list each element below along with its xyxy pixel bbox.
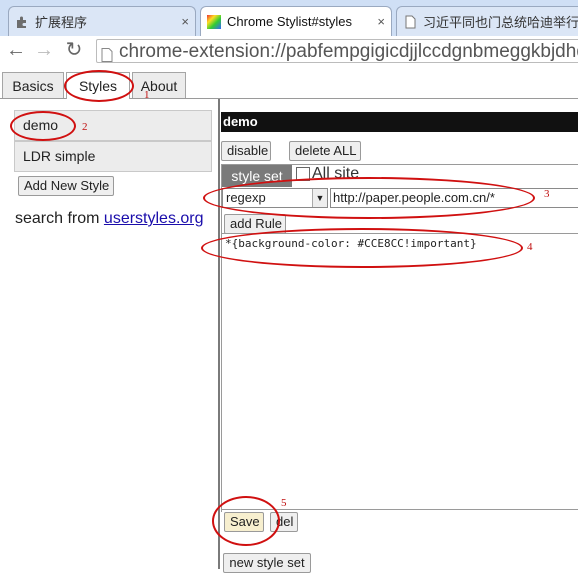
address-bar[interactable]: chrome-extension://pabfempgigicdjjlccdgn… xyxy=(96,39,578,63)
annotation-number: 2 xyxy=(82,121,88,133)
forward-arrow-icon[interactable]: → xyxy=(32,38,56,62)
annotation-number: 4 xyxy=(527,241,533,253)
annotation-number: 5 xyxy=(281,497,287,509)
puzzle-piece-icon xyxy=(15,15,29,29)
tab-title: Chrome Stylist#styles xyxy=(227,14,352,29)
annotation-ellipse xyxy=(64,70,134,102)
style-item-ldr-simple[interactable]: LDR simple xyxy=(14,141,212,172)
back-arrow-icon[interactable]: ← xyxy=(4,38,28,62)
annotation-ellipse xyxy=(10,111,76,141)
tab-about[interactable]: About xyxy=(132,72,186,98)
style-name-field[interactable]: demo xyxy=(221,112,578,132)
close-icon[interactable]: × xyxy=(181,14,189,29)
document-icon xyxy=(403,15,417,29)
tab-basics[interactable]: Basics xyxy=(2,72,64,98)
close-icon[interactable]: × xyxy=(377,14,385,29)
stylist-rainbow-icon xyxy=(207,14,221,29)
search-prefix: search from xyxy=(15,210,104,227)
annotation-number: 3 xyxy=(544,188,550,200)
css-editor[interactable]: *{background-color: #CCE8CC!important} xyxy=(221,233,578,503)
disable-button[interactable]: disable xyxy=(221,141,271,161)
annotation-ellipse xyxy=(201,228,523,268)
userstyles-link[interactable]: userstyles.org xyxy=(104,210,204,227)
browser-tab-stylist[interactable]: Chrome Stylist#styles × xyxy=(200,6,392,36)
browser-tab-extensions[interactable]: 扩展程序 × xyxy=(8,6,196,36)
browser-tab-news[interactable]: 习近平同也门总统哈迪举行 xyxy=(396,6,578,36)
reload-icon[interactable]: ↻ xyxy=(62,38,86,62)
annotation-ellipse xyxy=(212,496,280,546)
search-from-text: search from userstyles.org xyxy=(15,210,204,228)
new-style-set-button[interactable]: new style set xyxy=(223,553,311,573)
page-icon xyxy=(101,45,113,62)
tab-title: 扩展程序 xyxy=(35,15,88,30)
add-new-style-button[interactable]: Add New Style xyxy=(18,176,114,196)
address-url: chrome-extension://pabfempgigicdjjlccdgn… xyxy=(119,41,578,62)
annotation-ellipse xyxy=(203,177,535,219)
tab-title: 习近平同也门总统哈迪举行 xyxy=(423,15,578,30)
delete-all-button[interactable]: delete ALL xyxy=(289,141,361,161)
annotation-number: 1 xyxy=(144,89,150,101)
